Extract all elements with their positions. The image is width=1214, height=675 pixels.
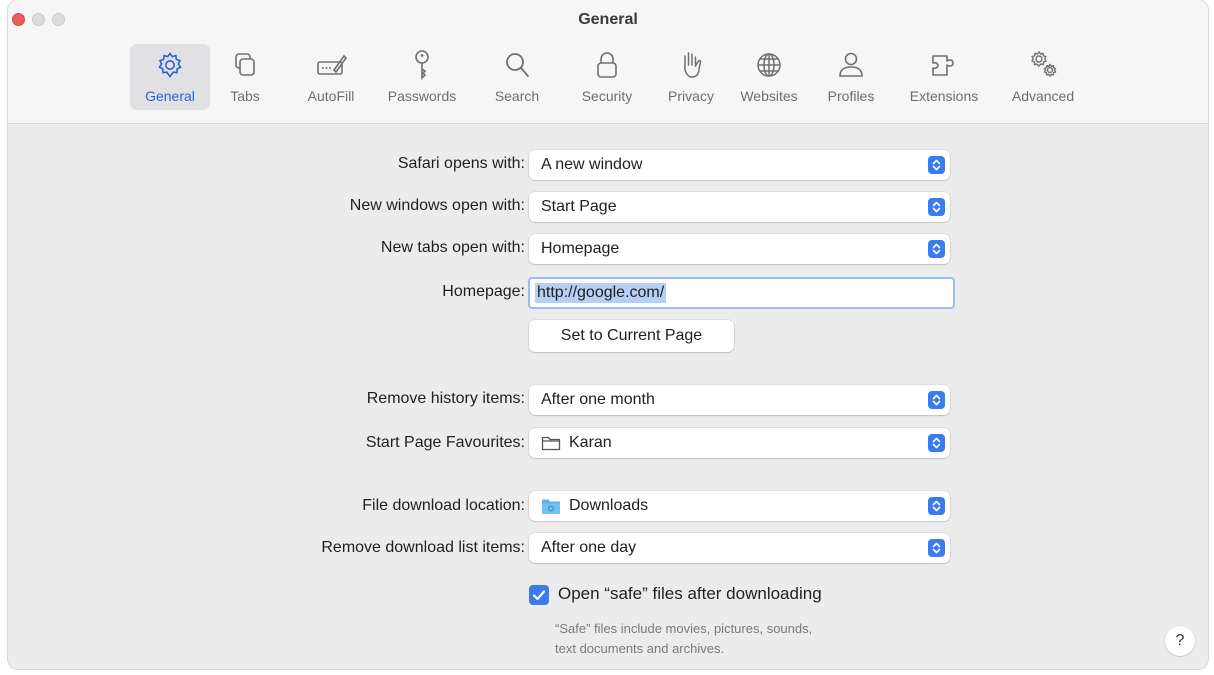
hand-icon bbox=[684, 52, 702, 78]
tab-label-advanced: Advanced bbox=[1011, 88, 1075, 104]
tab-label-tabs: Tabs bbox=[230, 88, 260, 104]
chevron-updown-icon bbox=[928, 539, 945, 557]
puzzle-icon bbox=[932, 55, 954, 76]
tab-privacy[interactable]: Privacy bbox=[662, 44, 720, 110]
tab-general[interactable]: General bbox=[130, 44, 210, 110]
new-windows-popup[interactable]: Start Page bbox=[529, 192, 950, 222]
remove-history-popup[interactable]: After one month bbox=[529, 385, 950, 415]
tab-websites[interactable]: Websites bbox=[732, 44, 806, 110]
remove-download-label: Remove download list items: bbox=[321, 539, 525, 556]
new-tabs-value: Homepage bbox=[541, 240, 620, 257]
new-windows-value: Start Page bbox=[541, 198, 617, 215]
tab-advanced[interactable]: Advanced bbox=[1002, 44, 1084, 110]
homepage-label: Homepage: bbox=[442, 283, 525, 300]
chevron-updown-icon bbox=[928, 497, 945, 515]
tab-label-privacy: Privacy bbox=[668, 88, 714, 104]
remove-history-label: Remove history items: bbox=[366, 390, 525, 407]
new-tabs-label: New tabs open with: bbox=[380, 239, 525, 256]
remove-download-popup[interactable]: After one day bbox=[529, 533, 950, 563]
general-settings-panel: Safari opens with: A new window New wind… bbox=[8, 125, 1208, 669]
help-button[interactable]: ? bbox=[1165, 626, 1195, 656]
tab-label-passwords: Passwords bbox=[387, 88, 457, 104]
tab-label-websites: Websites bbox=[740, 88, 798, 104]
chevron-updown-icon bbox=[928, 391, 945, 409]
tab-label-autofill: AutoFill bbox=[307, 88, 355, 104]
tab-profiles[interactable]: Profiles bbox=[820, 44, 882, 110]
chevron-updown-icon bbox=[928, 434, 945, 452]
start-page-favourites-value: Karan bbox=[569, 434, 612, 451]
tab-security[interactable]: Security bbox=[574, 44, 640, 110]
title-bar: General General Tabs AutoFill Passwords … bbox=[8, 0, 1208, 124]
tabs-icon bbox=[235, 53, 255, 76]
tab-search[interactable]: Search bbox=[484, 44, 550, 110]
gears-icon bbox=[1031, 50, 1057, 78]
tab-autofill[interactable]: AutoFill bbox=[298, 44, 364, 110]
safe-files-note-line1: “Safe” files include movies, pictures, s… bbox=[555, 621, 813, 636]
tab-tabs[interactable]: Tabs bbox=[222, 44, 268, 110]
remove-history-value: After one month bbox=[541, 391, 655, 408]
homepage-url-value: http://google.com/ bbox=[535, 283, 667, 303]
autofill-pencil-icon bbox=[317, 54, 348, 75]
globe-icon bbox=[757, 53, 781, 77]
start-page-favourites-popup[interactable]: Karan bbox=[529, 428, 950, 458]
safe-files-note: “Safe” files include movies, pictures, s… bbox=[555, 619, 812, 659]
safe-files-note-line2: text documents and archives. bbox=[555, 641, 725, 656]
tab-label-search: Search bbox=[494, 88, 540, 104]
start-page-favourites-label: Start Page Favourites: bbox=[365, 434, 525, 451]
window-title: General bbox=[578, 11, 638, 28]
magnifier-icon bbox=[506, 53, 529, 77]
tab-label-extensions: Extensions bbox=[909, 88, 979, 104]
gear-icon bbox=[158, 52, 182, 78]
person-icon bbox=[839, 52, 863, 77]
chevron-updown-icon bbox=[928, 240, 945, 258]
checkmark-icon bbox=[532, 590, 546, 601]
key-icon bbox=[415, 50, 429, 80]
set-to-current-page-button[interactable]: Set to Current Page bbox=[529, 320, 734, 352]
folder-outline-icon bbox=[541, 436, 561, 451]
new-tabs-popup[interactable]: Homepage bbox=[529, 234, 950, 264]
preferences-window: General General Tabs AutoFill Passwords … bbox=[8, 0, 1208, 669]
chevron-updown-icon bbox=[928, 198, 945, 216]
remove-download-value: After one day bbox=[541, 539, 637, 556]
downloads-folder-icon bbox=[542, 499, 560, 514]
preferences-toolbar: General Tabs AutoFill Passwords Search S… bbox=[8, 44, 1208, 112]
tab-passwords[interactable]: Passwords bbox=[378, 44, 466, 110]
homepage-url-field[interactable]: http://google.com/ bbox=[528, 277, 955, 309]
chevron-updown-icon bbox=[928, 156, 945, 174]
download-location-label: File download location: bbox=[362, 497, 525, 514]
safari-opens-popup[interactable]: A new window bbox=[529, 150, 950, 180]
new-windows-label: New windows open with: bbox=[349, 197, 525, 214]
download-location-value: Downloads bbox=[569, 497, 649, 514]
safari-opens-label: Safari opens with: bbox=[397, 155, 525, 172]
download-location-popup[interactable]: Downloads bbox=[529, 491, 950, 521]
open-safe-files-label[interactable]: Open “safe” files after downloading bbox=[558, 584, 822, 604]
tab-label-security: Security bbox=[581, 88, 633, 104]
lock-icon bbox=[597, 52, 617, 78]
tab-label-profiles: Profiles bbox=[827, 88, 875, 104]
safari-opens-value: A new window bbox=[541, 156, 643, 173]
tab-label-general: General bbox=[145, 88, 195, 104]
tab-extensions[interactable]: Extensions bbox=[898, 44, 990, 110]
open-safe-files-checkbox[interactable] bbox=[529, 585, 549, 605]
